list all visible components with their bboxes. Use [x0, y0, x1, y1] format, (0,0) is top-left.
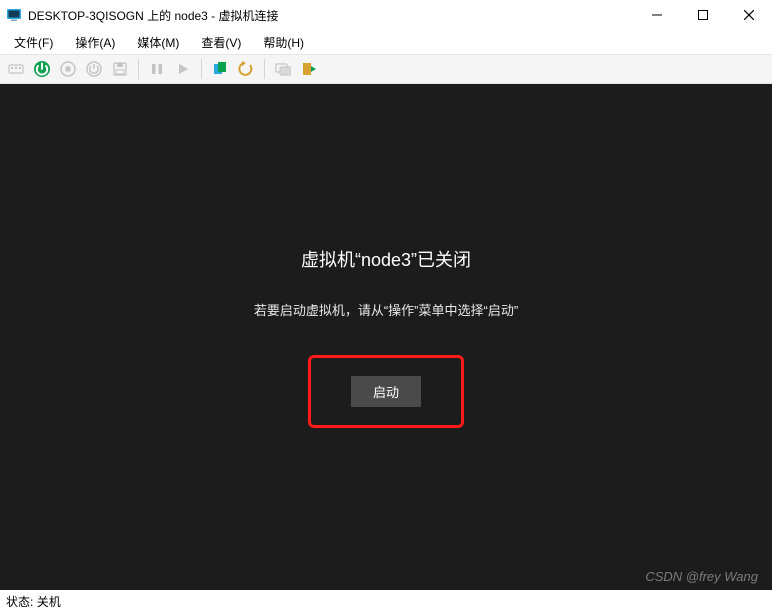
menubar: 文件(F) 操作(A) 媒体(M) 查看(V) 帮助(H) [0, 30, 772, 54]
menu-media[interactable]: 媒体(M) [127, 32, 189, 53]
shutdown-button[interactable] [82, 57, 106, 81]
menu-help[interactable]: 帮助(H) [253, 32, 314, 53]
statusbar: 状态: 关机 [0, 591, 67, 611]
menu-action[interactable]: 操作(A) [65, 32, 125, 53]
toolbar-separator [138, 59, 139, 79]
close-button[interactable] [726, 0, 772, 30]
start-button-toolbar[interactable] [30, 57, 54, 81]
vmconnect-icon [6, 7, 22, 23]
menu-file[interactable]: 文件(F) [4, 32, 63, 53]
turnoff-button[interactable] [56, 57, 80, 81]
titlebar: DESKTOP-3QISOGN 上的 node3 - 虚拟机连接 [0, 0, 772, 30]
maximize-button[interactable] [680, 0, 726, 30]
window-title: DESKTOP-3QISOGN 上的 node3 - 虚拟机连接 [28, 7, 634, 24]
revert-button[interactable] [234, 57, 258, 81]
pause-button[interactable] [145, 57, 169, 81]
vm-display-area: 虚拟机“node3”已关闭 若要启动虚拟机，请从“操作”菜单中选择“启动” 启动… [0, 84, 772, 590]
watermark: CSDN @frey Wang [645, 569, 758, 584]
window-controls [634, 0, 772, 30]
menu-view[interactable]: 查看(V) [191, 32, 251, 53]
toolbar [0, 54, 772, 84]
enhanced-session-button[interactable] [271, 57, 295, 81]
minimize-button[interactable] [634, 0, 680, 30]
start-vm-button[interactable]: 启动 [351, 376, 421, 407]
save-button[interactable] [108, 57, 132, 81]
toolbar-separator [201, 59, 202, 79]
checkpoint-button[interactable] [208, 57, 232, 81]
toolbar-separator [264, 59, 265, 79]
annotation-highlight: 启动 [308, 355, 464, 428]
vm-off-heading: 虚拟机“node3”已关闭 [301, 246, 471, 272]
ctrl-alt-del-button[interactable] [4, 57, 28, 81]
vm-off-instruction: 若要启动虚拟机，请从“操作”菜单中选择“启动” [254, 300, 518, 319]
share-button[interactable] [297, 57, 321, 81]
reset-button[interactable] [171, 57, 195, 81]
